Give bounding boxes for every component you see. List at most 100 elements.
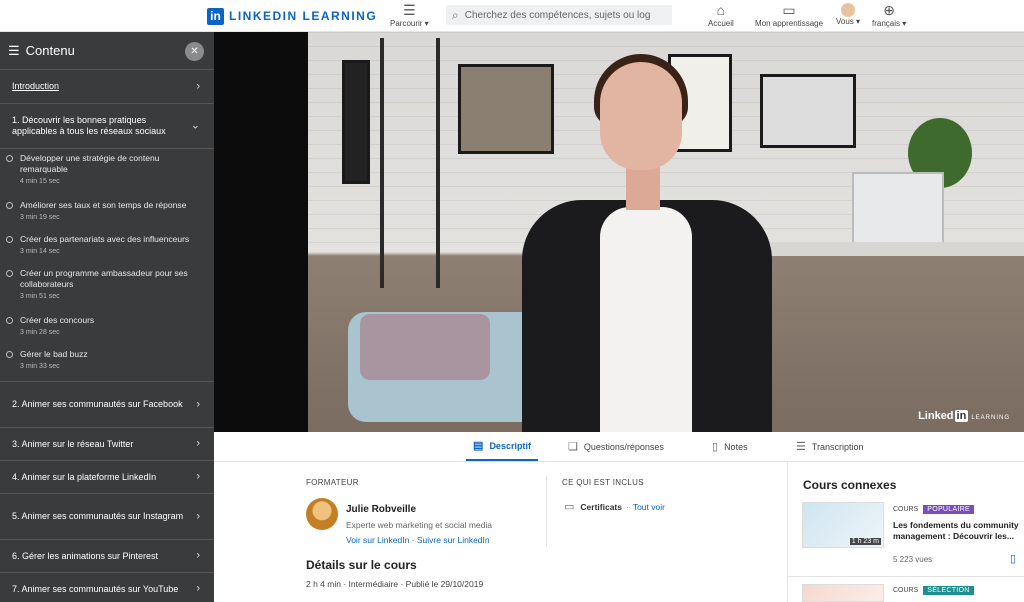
circle-icon	[6, 351, 13, 358]
wall-frame	[342, 60, 370, 184]
divider	[546, 476, 547, 546]
course-type-row: COURS SÉLECTION	[893, 586, 974, 595]
avatar[interactable]	[306, 498, 338, 530]
trainer-role: Experte web marketing et social media	[346, 520, 492, 530]
trainer-name[interactable]: Julie Robveille	[346, 504, 416, 515]
sidebar-title: Contenu	[25, 43, 75, 58]
course-thumbnail[interactable]	[802, 584, 884, 602]
presenter-face	[600, 62, 682, 170]
chapter-6[interactable]: 6. Gérer les animations sur Pinterest ›	[0, 540, 214, 573]
trainer-links[interactable]: Voir sur LinkedIn · Suivre sur LinkedIn	[346, 535, 490, 545]
course-type-row: COURS POPULAIRE	[893, 505, 975, 514]
computer-monitor	[852, 172, 944, 250]
circle-icon	[6, 155, 13, 162]
tab-label: Questions/réponses	[583, 441, 664, 452]
lesson-title: Créer des partenariats avec des influenc…	[20, 234, 190, 244]
linkedin-logo-icon: in	[207, 7, 224, 25]
tab-transcription[interactable]: ☰ Transcription	[796, 432, 864, 461]
related-title: Cours connexes	[803, 478, 897, 492]
chapter-1[interactable]: 1. Découvrir les bonnes pratiques applic…	[0, 104, 214, 149]
browse-menu[interactable]: ☰ Parcourir ▾	[390, 1, 429, 28]
lesson-duration: 3 min 19 sec	[20, 214, 60, 221]
course-details-meta: 2 h 4 min · Intermédiaire · Publié le 29…	[306, 579, 484, 589]
tab-questions[interactable]: ❏ Questions/réponses	[568, 432, 664, 461]
lesson-list: Développer une stratégie de contenu rema…	[0, 149, 214, 382]
course-thumbnail[interactable]: 1 h 23 m	[802, 502, 884, 548]
chapter-label: Introduction	[12, 81, 60, 91]
chat-icon: ❏	[568, 441, 578, 453]
lesson-item[interactable]: Créer des concours 3 min 28 sec	[0, 311, 214, 345]
course-contents-sidebar: ☰ Contenu ✕ Introduction › 1. Découvrir …	[0, 32, 214, 602]
separator-dot: ·	[625, 501, 629, 512]
profile-label: Vous	[836, 17, 854, 26]
chevron-right-icon: ›	[196, 549, 200, 562]
lesson-item[interactable]: Gérer le bad buzz 3 min 33 sec	[0, 345, 214, 379]
chapter-label: 1. Découvrir les bonnes pratiques applic…	[12, 115, 166, 136]
chevron-right-icon: ›	[196, 437, 200, 450]
profile-nav[interactable]: Vous ▾	[836, 1, 860, 26]
close-icon: ✕	[190, 46, 199, 57]
lesson-item[interactable]: Développer une stratégie de contenu rema…	[0, 149, 214, 196]
chapter-label: 4. Animer sur la plateforme LinkedIn	[12, 471, 157, 482]
lesson-duration: 3 min 14 sec	[20, 248, 60, 255]
language-label: français	[872, 19, 901, 28]
lesson-item[interactable]: Créer un programme ambassadeur pour ses …	[0, 264, 214, 311]
lesson-title: Gérer le bad buzz	[20, 349, 88, 359]
chapter-label: 6. Gérer les animations sur Pinterest	[12, 550, 159, 561]
see-all-link[interactable]: Tout voir	[633, 502, 665, 512]
related-course-title[interactable]: Les fondements du community management :…	[893, 520, 1023, 542]
tab-descriptif[interactable]: ▤ Descriptif	[466, 432, 538, 461]
transcript-icon: ☰	[796, 441, 806, 453]
close-sidebar-button[interactable]: ✕	[185, 42, 204, 61]
duration-badge: 1 h 23 m	[849, 538, 881, 545]
included-section-label: CE QUI EST INCLUS	[562, 478, 644, 487]
certificates-row: ▭ Certificats · Tout voir	[564, 500, 665, 513]
watermark-in: in	[954, 410, 969, 422]
lesson-item[interactable]: Améliorer ses taux et son temps de répon…	[0, 196, 214, 230]
home-nav[interactable]: ⌂ Accueil	[708, 1, 734, 28]
lesson-duration: 3 min 33 sec	[20, 363, 60, 370]
search-input[interactable]: ⌕ Cherchez des compétences, sujets ou lo…	[446, 5, 672, 25]
chapter-4[interactable]: 4. Animer sur la plateforme LinkedIn ›	[0, 461, 214, 494]
course-description: FORMATEUR Julie Robveille Experte web ma…	[214, 462, 1024, 602]
bookshelf	[380, 38, 440, 288]
chapter-label: 2. Animer ses communautés sur Facebook	[12, 399, 183, 409]
watermark-linked: Linked	[918, 410, 954, 422]
chapter-5[interactable]: 5. Animer ses communautés sur Instagram …	[0, 494, 214, 540]
top-navigation: in LINKEDIN LEARNING ☰ Parcourir ▾ ⌕ Che…	[0, 0, 1024, 32]
tab-notes[interactable]: ▯ Notes	[712, 432, 748, 461]
chapter-3[interactable]: 3. Animer sur le réseau Twitter ›	[0, 428, 214, 461]
chapter-7[interactable]: 7. Animer ses communautés sur YouTube ›	[0, 573, 214, 602]
linkedin-learning-watermark: Linked in LEARNING	[918, 410, 1010, 422]
home-icon: ⌂	[716, 2, 726, 18]
list-icon: ☰	[403, 2, 416, 18]
chevron-right-icon: ›	[196, 398, 200, 410]
chapter-introduction[interactable]: Introduction ›	[0, 70, 214, 104]
content-tabs: ▤ Descriptif ❏ Questions/réponses ▯ Note…	[214, 432, 1024, 462]
lesson-item[interactable]: Créer des partenariats avec des influenc…	[0, 230, 214, 264]
my-learning-label: Mon apprentissage	[755, 19, 824, 28]
view-count: 5 223 vues	[893, 555, 933, 564]
my-learning-nav[interactable]: ▭ Mon apprentissage	[755, 1, 823, 28]
presenter-shirt	[600, 207, 692, 432]
chevron-right-icon: ›	[196, 510, 200, 522]
lesson-duration: 3 min 28 sec	[20, 329, 60, 336]
search-icon: ⌕	[452, 7, 459, 22]
language-nav[interactable]: ⊕ français ▾	[872, 1, 906, 28]
tab-label: Descriptif	[489, 440, 531, 451]
chapter-2[interactable]: 2. Animer ses communautés sur Facebook ›	[0, 382, 214, 428]
wall-frame	[760, 74, 856, 148]
divider	[788, 576, 1024, 577]
lesson-title: Améliorer ses taux et son temps de répon…	[20, 200, 187, 210]
course-kind: COURS	[893, 587, 919, 594]
desk	[728, 242, 1024, 256]
linkedin-learning-logo[interactable]: in LINKEDIN LEARNING	[207, 7, 377, 25]
course-kind: COURS	[893, 506, 919, 513]
bookmark-icon[interactable]: ▯	[1010, 552, 1016, 565]
description-icon: ▤	[473, 440, 484, 452]
trainer-section-label: FORMATEUR	[306, 478, 359, 487]
lesson-duration: 4 min 15 sec	[20, 178, 60, 185]
video-player[interactable]: Linked in LEARNING	[214, 32, 1024, 432]
circle-icon	[6, 270, 13, 277]
chapter-label: 5. Animer ses communautés sur Instagram	[12, 511, 184, 521]
